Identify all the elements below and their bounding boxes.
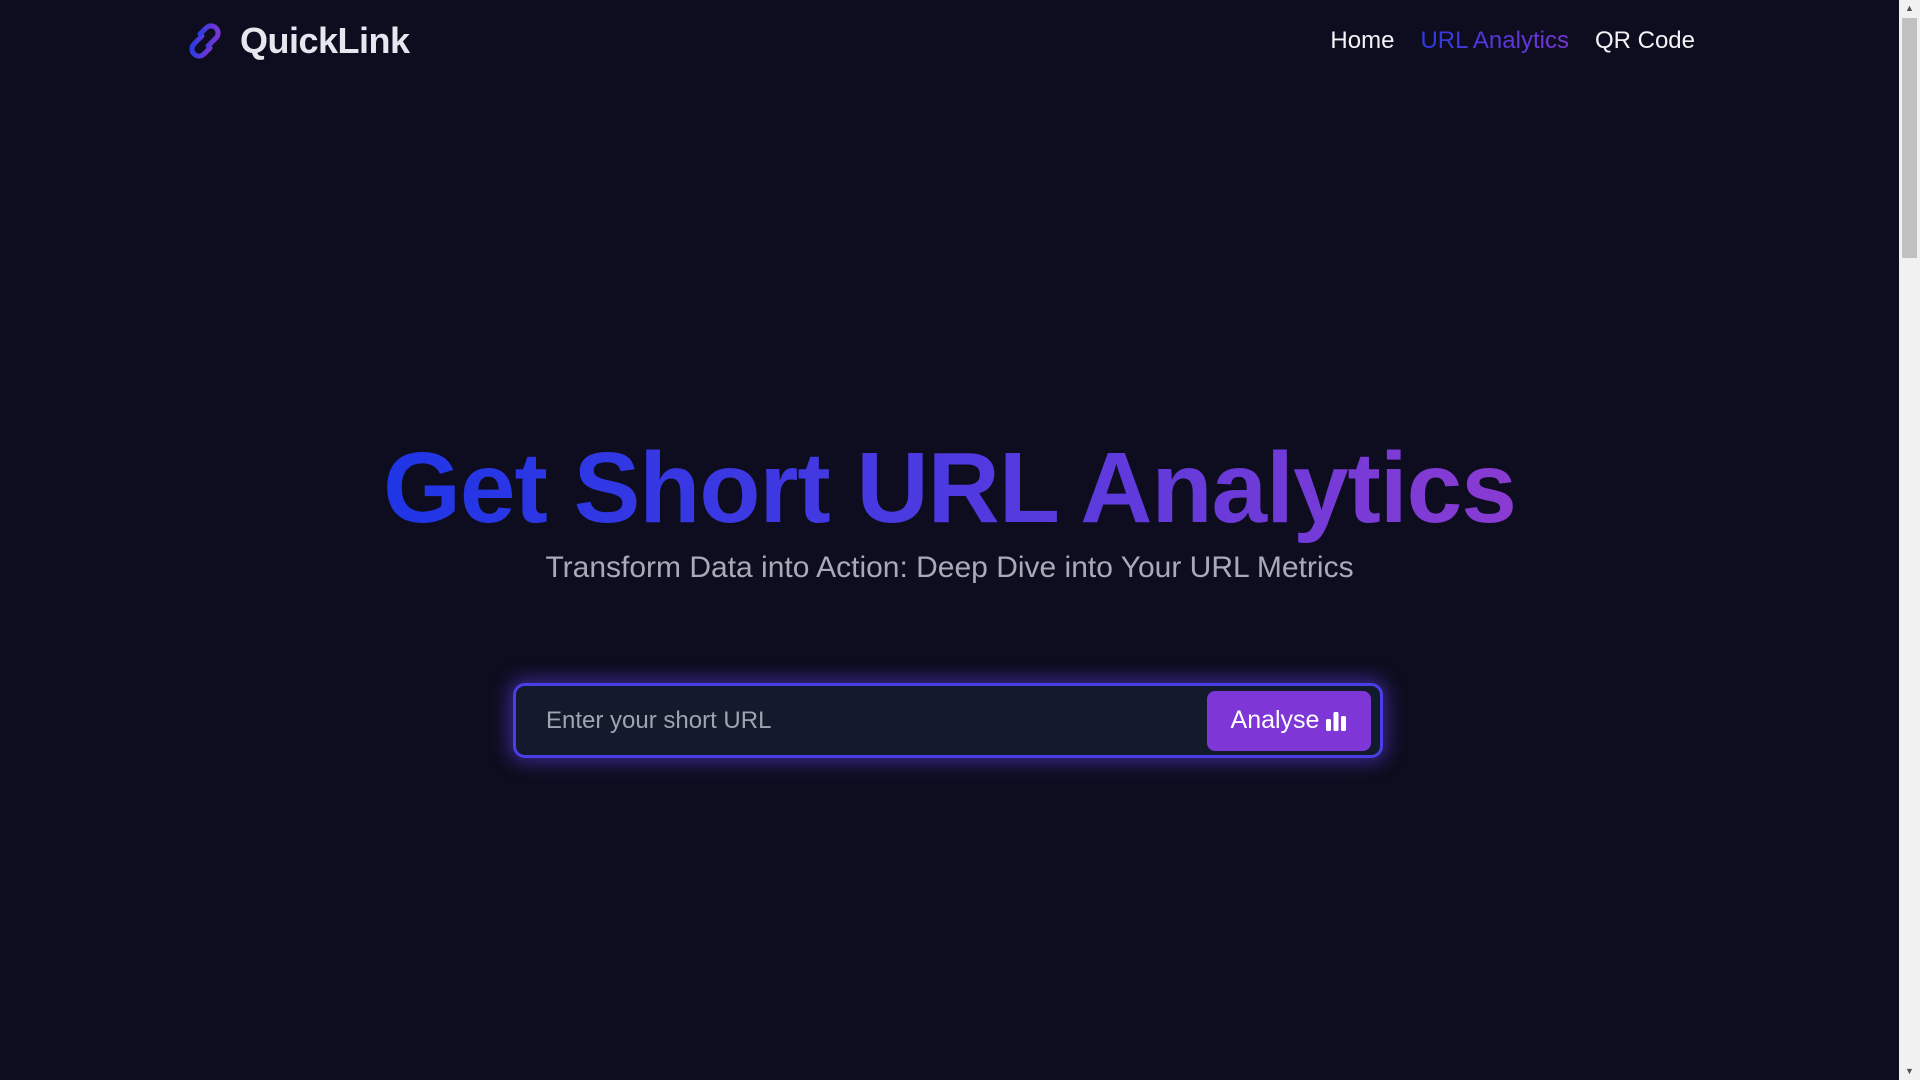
page: QuickLink Home URL Analytics QR Code Get… bbox=[0, 0, 1899, 1080]
nav-url-analytics[interactable]: URL Analytics bbox=[1420, 27, 1569, 55]
navbar: QuickLink Home URL Analytics QR Code bbox=[0, 0, 1899, 88]
url-search-form: Analyse bbox=[513, 683, 1383, 758]
hero-subtitle: Transform Data into Action: Deep Dive in… bbox=[545, 551, 1354, 584]
brand-name: QuickLink bbox=[240, 20, 410, 61]
scroll-up-arrow-icon[interactable]: ▲ bbox=[1899, 0, 1920, 17]
nav-home[interactable]: Home bbox=[1330, 27, 1394, 55]
bar-chart-icon bbox=[1325, 710, 1347, 732]
short-url-input[interactable] bbox=[516, 686, 1207, 755]
scroll-down-arrow-icon[interactable]: ▼ bbox=[1899, 1063, 1920, 1080]
link-icon bbox=[182, 22, 228, 60]
main-nav: Home URL Analytics QR Code bbox=[1330, 27, 1695, 55]
nav-qr-code[interactable]: QR Code bbox=[1595, 27, 1695, 55]
scroll-thumb[interactable] bbox=[1902, 18, 1917, 258]
hero-title: Get Short URL Analytics bbox=[0, 433, 1899, 543]
analyse-button-label: Analyse bbox=[1230, 706, 1320, 734]
brand-link[interactable]: QuickLink bbox=[182, 20, 410, 62]
vertical-scrollbar[interactable]: ▲ ▼ bbox=[1899, 0, 1920, 1080]
analyse-button[interactable]: Analyse bbox=[1207, 690, 1371, 751]
hero-title-text: Get Short URL Analytics bbox=[383, 432, 1517, 544]
